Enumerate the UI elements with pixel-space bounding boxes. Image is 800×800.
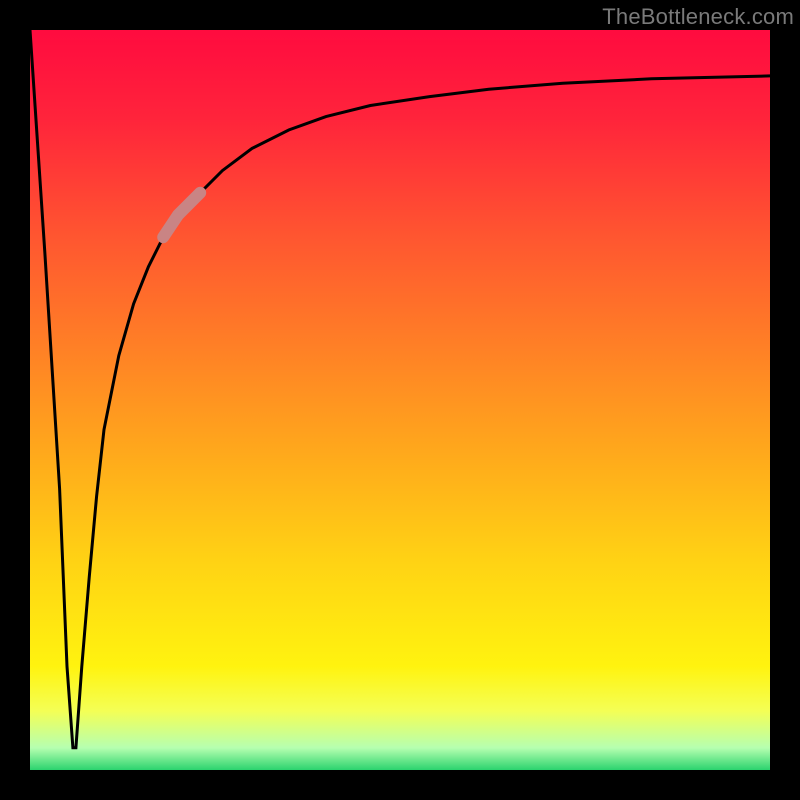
bottleneck-curve <box>30 30 770 748</box>
plot-area <box>30 30 770 770</box>
watermark-text: TheBottleneck.com <box>602 4 794 30</box>
highlight-segment <box>163 193 200 237</box>
chart-frame: TheBottleneck.com <box>0 0 800 800</box>
curve-svg <box>30 30 770 770</box>
